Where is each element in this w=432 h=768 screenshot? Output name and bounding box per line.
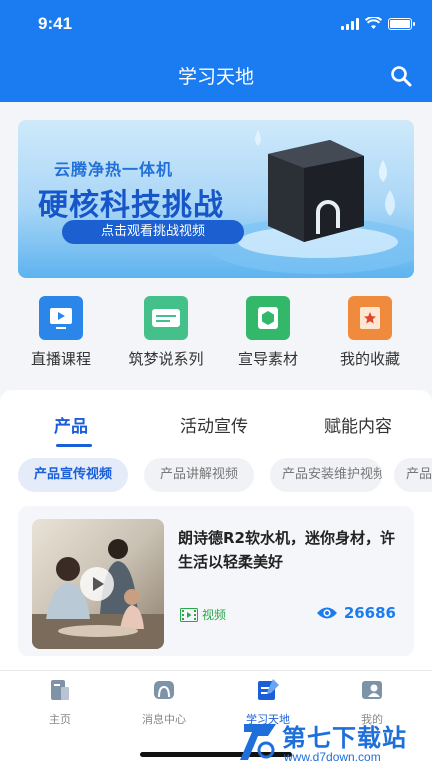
tab-product[interactable]: 产品	[54, 412, 88, 437]
profile-icon	[362, 681, 382, 699]
status-icons	[341, 17, 415, 30]
video-title: 朗诗德R2软水机，迷你身材，许生活以轻柔美好	[178, 529, 395, 571]
banner-headline: 硬核科技挑战	[38, 188, 224, 223]
page-title: 学习天地	[177, 66, 254, 88]
materials-icon	[246, 296, 290, 340]
signal-icon	[341, 17, 359, 30]
message-icon	[154, 681, 174, 699]
video-type-tag: 视频	[180, 606, 226, 623]
watermark-name: 第七下载站	[282, 724, 407, 752]
video-thumbnail[interactable]	[32, 519, 164, 649]
chip-product-promo-video[interactable]: 产品宣传视频	[18, 458, 129, 492]
film-icon	[180, 607, 198, 622]
view-count-value: 26686	[343, 604, 396, 622]
tabbar-label: 消息中心	[142, 713, 186, 726]
chip-install-maintenance-video[interactable]: 产品安装维护视频	[270, 458, 382, 492]
video-list-item[interactable]: 朗诗德R2软水机，迷你身材，许生活以轻柔美好 视频 26686	[18, 506, 414, 656]
banner-watch-button[interactable]: 点击观看挑战视频	[62, 220, 244, 244]
search-icon[interactable]	[390, 65, 412, 87]
status-bar: 9:41	[0, 0, 432, 50]
watermark-logo-icon	[240, 724, 276, 760]
quick-link-favorites[interactable]: 我的收藏	[320, 296, 420, 369]
quick-link-dream-series[interactable]: 筑梦说系列	[116, 296, 216, 369]
video-type-label: 视频	[202, 608, 227, 622]
quick-link-label: 直播课程	[30, 350, 91, 368]
watermark-url: www.d7down.com	[284, 750, 381, 764]
view-count: 26686	[316, 604, 396, 622]
water-purifier-device-image	[268, 140, 364, 242]
quick-link-label: 宣导素材	[237, 350, 298, 368]
banner-subtitle: 云腾净热一体机	[54, 160, 174, 179]
tabbar-home[interactable]: 主页	[20, 677, 100, 727]
tabbar-messages[interactable]: 消息中心	[124, 677, 204, 727]
chip-product-explainer-video[interactable]: 产品讲解视频	[144, 458, 255, 492]
content-panel: 产品 活动宣传 赋能内容 产品宣传视频 产品讲解视频 产品安装维护视频 产品 朗…	[0, 390, 432, 670]
tabbar-label: 主页	[49, 713, 71, 726]
battery-icon	[388, 17, 415, 30]
quick-link-materials[interactable]: 宣导素材	[218, 296, 318, 369]
active-tab-indicator	[56, 444, 92, 447]
tab-empowerment-content[interactable]: 赋能内容	[324, 412, 392, 437]
favorites-icon	[348, 296, 392, 340]
quick-link-label: 筑梦说系列	[128, 350, 204, 368]
chip-product-more[interactable]: 产品	[394, 458, 432, 492]
wifi-icon	[365, 17, 382, 29]
study-icon	[258, 679, 279, 700]
quick-link-live-course[interactable]: 直播课程	[11, 296, 111, 369]
dream-series-icon	[144, 296, 188, 340]
app-header: 9:41 学习天地	[0, 0, 432, 102]
play-icon[interactable]	[80, 567, 114, 601]
quick-link-label: 我的收藏	[339, 350, 400, 368]
live-course-icon	[39, 296, 83, 340]
quick-links: 直播课程 筑梦说系列 宣导素材 我的收藏	[0, 290, 432, 374]
tab-activity-promotion[interactable]: 活动宣传	[180, 412, 248, 437]
home-icon	[51, 680, 69, 700]
site-watermark: 第七下载站 www.d7down.com	[238, 718, 428, 768]
eye-icon	[316, 607, 337, 619]
status-time: 9:41	[38, 14, 73, 33]
